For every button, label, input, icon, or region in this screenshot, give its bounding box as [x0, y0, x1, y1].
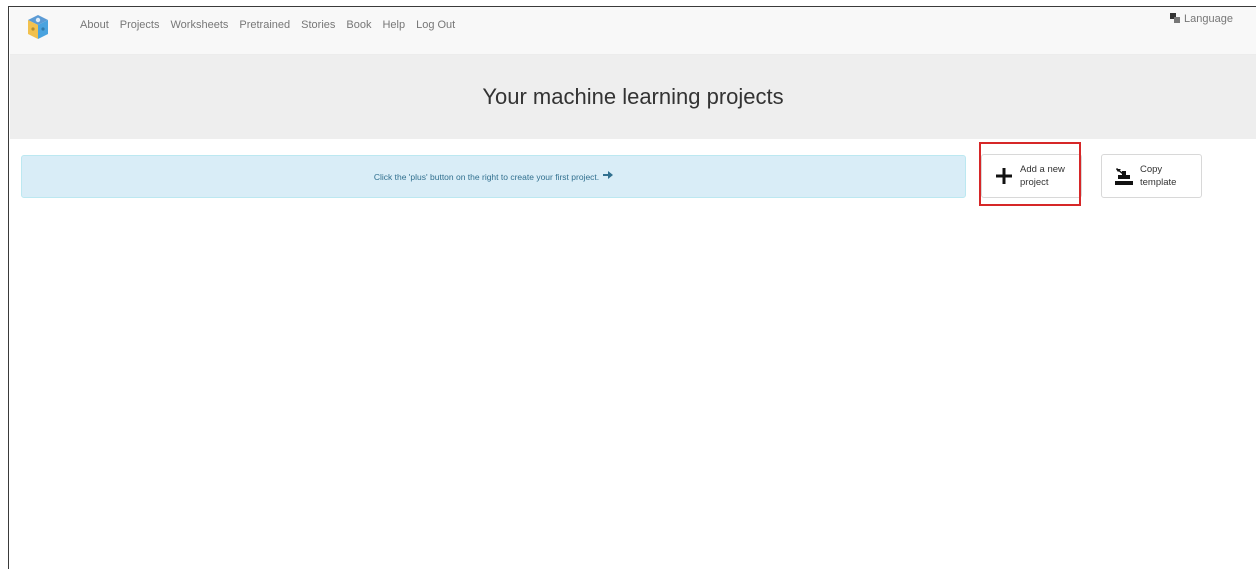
nav-help[interactable]: Help: [382, 1, 416, 49]
page-title: Your machine learning projects: [482, 84, 784, 109]
nav-log-out[interactable]: Log Out: [416, 1, 466, 49]
add-project-button[interactable]: Add a new project: [981, 154, 1082, 198]
app-frame: About Projects Worksheets Pretrained Sto…: [8, 6, 1256, 569]
empty-projects-alert: Click the 'plus' button on the right to …: [21, 155, 966, 198]
nav-stories[interactable]: Stories: [301, 1, 346, 49]
add-project-label: Add a new project: [1020, 164, 1065, 188]
language-menu[interactable]: Language: [1170, 0, 1233, 43]
nav-menu: About Projects Worksheets Pretrained Sto…: [80, 7, 466, 55]
copy-template-label: Copy template: [1140, 164, 1177, 188]
alert-message: Click the 'plus' button on the right to …: [373, 171, 600, 182]
plus-icon: [992, 168, 1016, 184]
translate-icon: [1170, 12, 1181, 26]
nav-projects[interactable]: Projects: [120, 1, 171, 49]
nav-book[interactable]: Book: [346, 1, 382, 49]
nav-worksheets[interactable]: Worksheets: [171, 1, 240, 49]
copy-template-button[interactable]: Copy template: [1101, 154, 1202, 198]
page-header: Your machine learning projects: [10, 55, 1256, 139]
top-navbar: About Projects Worksheets Pretrained Sto…: [10, 7, 1256, 55]
arrow-right-icon: [603, 171, 614, 182]
import-icon: [1112, 167, 1136, 185]
language-label: Language: [1184, 13, 1233, 25]
nav-pretrained[interactable]: Pretrained: [239, 1, 301, 49]
nav-about[interactable]: About: [80, 1, 120, 49]
logo-cube-icon[interactable]: [27, 14, 49, 40]
